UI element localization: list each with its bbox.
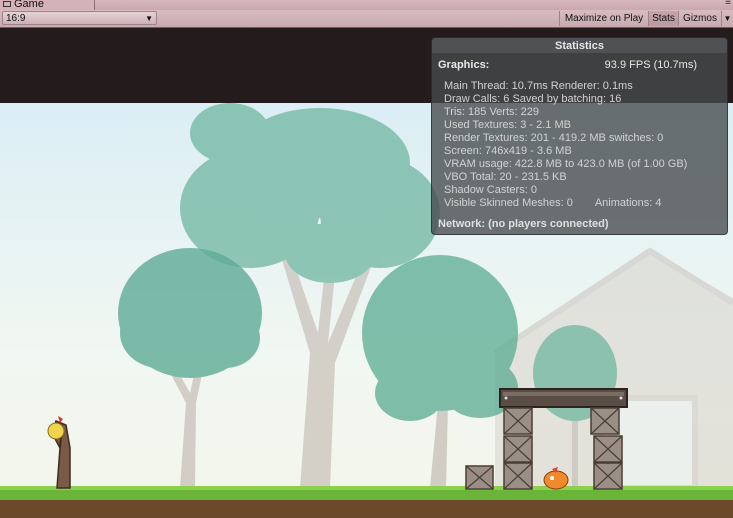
gizmos-dropdown-arrow-icon[interactable]: ▼ [721,11,733,26]
slingshot [47,416,71,489]
render-textures-stat: Render Textures: 201 - 419.2 MB switches… [444,132,664,144]
tab-game[interactable]: Game [0,0,95,10]
skinned-meshes-row: Visible Skinned Meshes: 0 Animations: 4 [444,197,687,210]
vbo-stat: VBO Total: 20 - 231.5 KB [444,171,567,183]
vram-stat: VRAM usage: 422.8 MB to 423.0 MB (of 1.0… [444,158,688,170]
maximize-on-play-button[interactable]: Maximize on Play [559,11,648,26]
statistics-title: Statistics [555,40,604,52]
stats-button[interactable]: Stats [648,11,678,26]
animations-stat: Animations: 4 [594,197,662,209]
statistics-lines: Main Thread: 10.7ms Renderer: 0.1ms Draw… [444,80,687,210]
skinned-meshes-stat: Visible Skinned Meshes: 0 [444,197,573,209]
soil [0,500,733,518]
top-plank [499,388,628,408]
tab-game-label: Game [14,0,44,10]
yellow-bird [47,422,65,440]
game-tab-icon [3,1,11,7]
network-stat: Network: (no players connected) [438,218,609,230]
game-toolbar: 16:9 ▼ Maximize on Play Stats Gizmos ▼ [0,10,733,28]
graphics-label: Graphics: [438,59,490,71]
menu-icon[interactable]: ≡ [725,0,731,8]
gizmos-button[interactable]: Gizmos [678,11,721,26]
used-textures-stat: Used Textures: 3 - 2.1 MB [444,119,571,131]
draw-calls-stat: Draw Calls: 6 Saved by batching: 16 [444,93,622,105]
tris-stat: Tris: 185 Verts: 229 [444,106,539,118]
statistics-panel: Statistics Graphics: 93.9 FPS (10.7ms) M… [431,37,728,235]
fps-value: 93.9 FPS (10.7ms) [604,59,697,71]
left-tree [118,248,262,488]
dropdown-arrow-icon: ▼ [145,14,153,23]
aspect-ratio-value: 16:9 [6,13,26,24]
main-thread-stat: Main Thread: 10.7ms Renderer: 0.1ms [444,80,633,92]
aspect-ratio-dropdown[interactable]: 16:9 ▼ [2,11,157,25]
shadow-casters-stat: Shadow Casters: 0 [444,184,537,196]
right-tree [362,255,518,488]
screen-stat: Screen: 746x419 - 3.6 MB [444,145,572,157]
